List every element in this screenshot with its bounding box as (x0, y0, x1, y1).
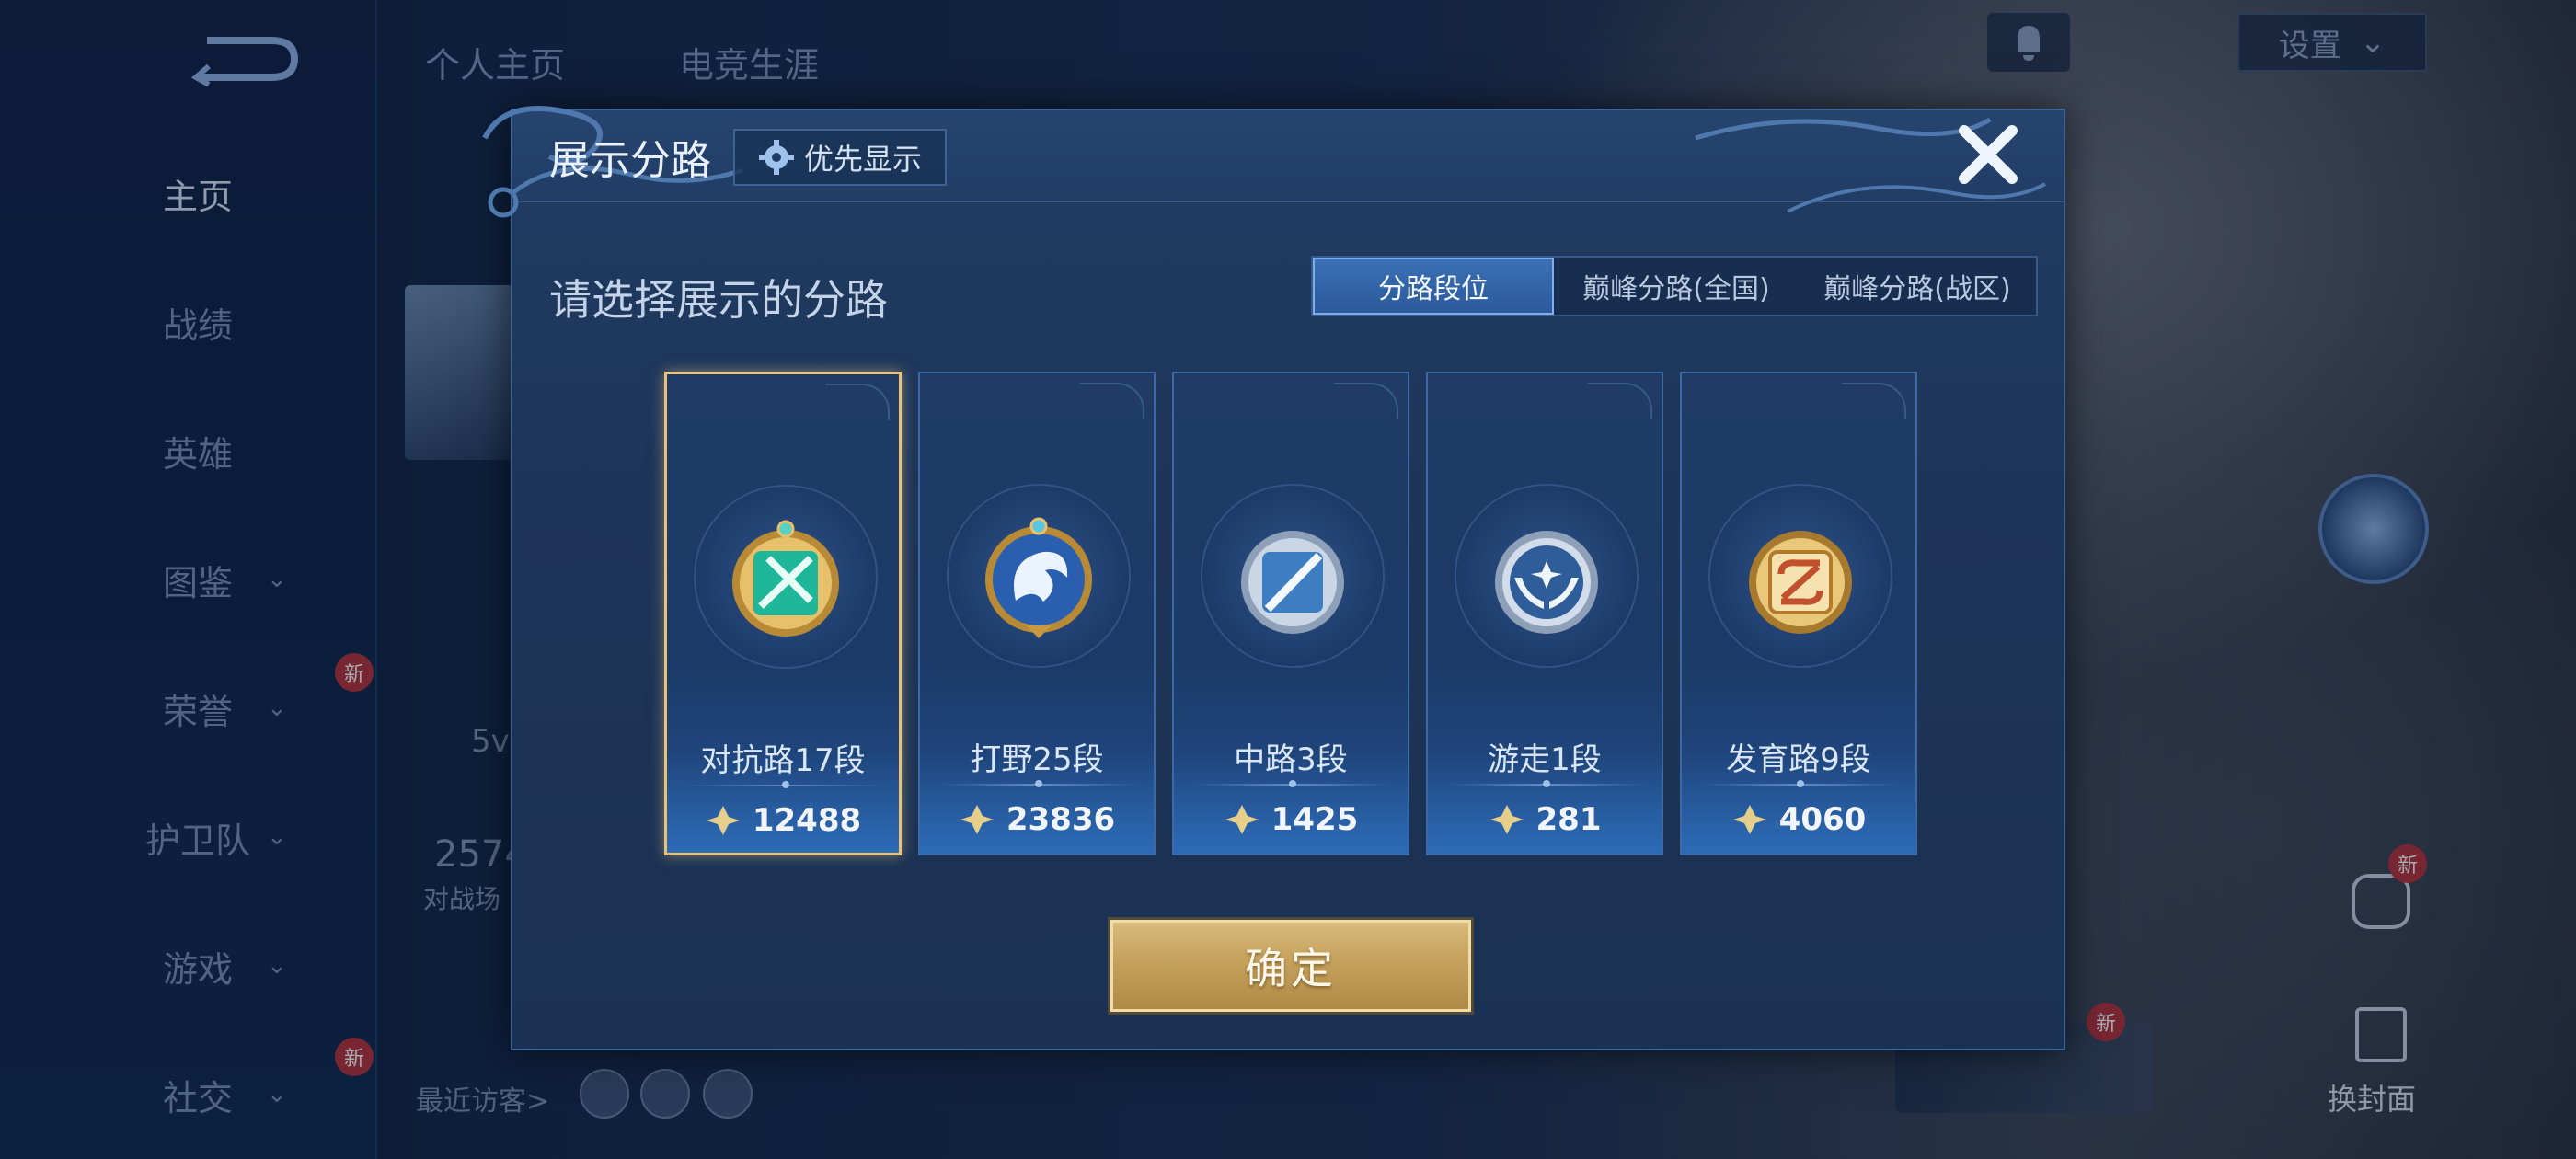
divider (687, 781, 884, 788)
score-icon (706, 806, 740, 835)
lane-score: 23836 (920, 795, 1154, 844)
dialog-subtitle: 请选择展示的分路 (549, 275, 888, 325)
tab-peak-national[interactable]: 巅峰分路(全国) (1554, 258, 1799, 315)
confirm-button[interactable]: 确定 (1110, 920, 1471, 1012)
lane-score-value: 1425 (1271, 801, 1359, 838)
corner-ornament (1588, 383, 1652, 419)
lane-card-farm[interactable]: 发育路9段 4060 (1680, 372, 1917, 855)
lane-rank-label: 游走1段 (1488, 741, 1602, 778)
corner-ornament (825, 384, 890, 420)
score-icon (1489, 805, 1524, 834)
corner-ornament (1080, 383, 1144, 419)
lane-rank-label: 对抗路17段 (700, 742, 866, 779)
lane-score: 12488 (667, 796, 899, 845)
divider (1194, 780, 1391, 787)
dialog-header: 展示分路 优先显示 (482, 106, 2064, 218)
lane-tabs: 分路段位 巅峰分路(全国) 巅峰分路(战区) (1311, 256, 2038, 316)
lane-score-value: 281 (1535, 801, 1602, 838)
lane-card-mid[interactable]: 中路3段 1425 (1172, 372, 1409, 855)
roam-badge-icon (1495, 531, 1598, 634)
corner-ornament (1334, 383, 1398, 419)
close-icon (1959, 125, 2018, 184)
close-button[interactable] (1957, 123, 2019, 186)
jungle-badge-icon (985, 517, 1092, 638)
lane-rank-label: 发育路9段 (1726, 741, 1871, 778)
corner-ornament (1842, 383, 1906, 419)
lane-rank-label: 打野25段 (970, 741, 1104, 778)
priority-display-button[interactable]: 优先显示 (733, 129, 947, 186)
tab-peak-region[interactable]: 巅峰分路(战区) (1799, 258, 2036, 315)
farm-lane-badge-icon (1749, 531, 1852, 634)
lane-card-jungle[interactable]: 打野25段 23836 (918, 372, 1156, 855)
gear-icon (758, 140, 794, 175)
priority-label: 优先显示 (803, 142, 922, 177)
lane-score-value: 12488 (752, 802, 862, 839)
lane-rank-label: 中路3段 (1234, 741, 1348, 778)
top-lane-badge-icon (732, 520, 839, 637)
lane-score: 4060 (1682, 795, 1915, 844)
dialog-title: 展示分路 (549, 137, 711, 184)
score-icon (1732, 805, 1766, 834)
tab-lane-rank[interactable]: 分路段位 (1313, 258, 1554, 315)
lane-score: 281 (1428, 795, 1662, 844)
divider (1702, 780, 1899, 787)
lane-display-dialog: 展示分路 优先显示 请选择展示的分路 分路段位 巅峰分路(全国) 巅峰分路(战区… (482, 106, 2065, 1050)
score-icon (1225, 805, 1259, 834)
divider (940, 780, 1137, 787)
lane-score: 1425 (1174, 795, 1408, 844)
score-icon (960, 805, 994, 834)
lane-score-value: 23836 (1006, 801, 1116, 838)
lane-score-value: 4060 (1778, 801, 1867, 838)
lane-card-roam[interactable]: 游走1段 281 (1426, 372, 1663, 855)
lane-card-top[interactable]: 对抗路17段 12488 (664, 372, 902, 855)
mid-lane-badge-icon (1241, 531, 1344, 634)
lane-card-list: 对抗路17段 12488 打野25段 23836 中路3段 1425 游走1段 … (662, 372, 1923, 855)
divider (1448, 780, 1645, 787)
